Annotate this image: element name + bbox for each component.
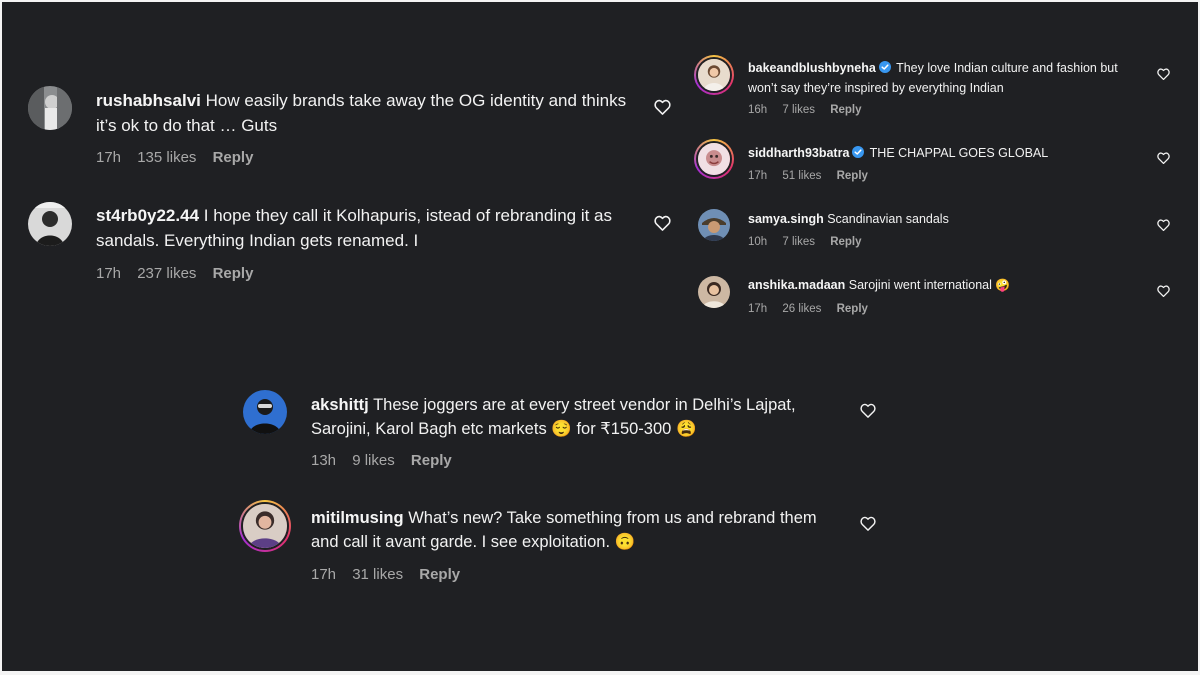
comment-likes[interactable]: 26 likes bbox=[782, 303, 821, 315]
comment-likes[interactable]: 31 likes bbox=[352, 566, 403, 583]
comment-text: THE CHAPPAL GOES GLOBAL bbox=[869, 146, 1049, 160]
reply-button[interactable]: Reply bbox=[837, 303, 868, 315]
avatar[interactable] bbox=[694, 139, 734, 179]
comment-username[interactable]: bakeandblushbyneha bbox=[748, 61, 876, 75]
comment-likes[interactable]: 7 likes bbox=[782, 236, 815, 248]
avatar[interactable] bbox=[698, 276, 730, 308]
heart-outline-icon[interactable] bbox=[1157, 219, 1170, 231]
frame-border-top bbox=[0, 0, 1200, 2]
heart-outline-icon[interactable] bbox=[1157, 285, 1170, 297]
comment-text-price: for ₹150-300 bbox=[576, 420, 672, 438]
avatar[interactable] bbox=[243, 390, 287, 434]
avatar[interactable] bbox=[28, 202, 72, 246]
avatar[interactable] bbox=[694, 55, 734, 95]
comment-time[interactable]: 17h bbox=[748, 303, 767, 315]
heart-outline-icon[interactable] bbox=[1157, 152, 1170, 164]
verified-badge-icon bbox=[852, 145, 865, 164]
reply-button[interactable]: Reply bbox=[837, 170, 868, 182]
heart-outline-icon[interactable] bbox=[860, 403, 876, 418]
heart-outline-icon[interactable] bbox=[860, 516, 876, 531]
reply-button[interactable]: Reply bbox=[213, 265, 254, 282]
avatar[interactable] bbox=[239, 500, 291, 552]
comment-time[interactable]: 17h bbox=[96, 149, 121, 166]
comment-time[interactable]: 16h bbox=[748, 104, 767, 116]
comment-likes[interactable]: 135 likes bbox=[137, 149, 196, 166]
comment-likes[interactable]: 7 likes bbox=[782, 104, 815, 116]
comment-username[interactable]: st4rb0y22.44 bbox=[96, 206, 199, 225]
comment-username[interactable]: rushabhsalvi bbox=[96, 91, 201, 110]
comment-username[interactable]: siddharth93batra bbox=[748, 146, 849, 160]
avatar[interactable] bbox=[28, 86, 72, 130]
comment-likes[interactable]: 237 likes bbox=[137, 265, 196, 282]
reply-button[interactable]: Reply bbox=[830, 236, 861, 248]
comment-text: Scandinavian sandals bbox=[827, 212, 949, 226]
heart-outline-icon[interactable] bbox=[654, 215, 671, 231]
comment-likes[interactable]: 51 likes bbox=[782, 170, 821, 182]
comment-time[interactable]: 13h bbox=[311, 452, 336, 469]
reply-button[interactable]: Reply bbox=[419, 566, 460, 583]
weary-face-emoji: 😩 bbox=[675, 420, 697, 438]
comment-likes[interactable]: 9 likes bbox=[352, 452, 395, 469]
comment-username[interactable]: samya.singh bbox=[748, 212, 824, 226]
comment-username[interactable]: mitilmusing bbox=[311, 509, 404, 527]
comment-time[interactable]: 17h bbox=[96, 265, 121, 282]
relieved-face-emoji: 😌 bbox=[551, 420, 572, 438]
comment-time[interactable]: 17h bbox=[311, 566, 336, 583]
frame-border-bottom bbox=[0, 671, 1200, 675]
reply-button[interactable]: Reply bbox=[830, 104, 861, 116]
comment-text: Sarojini went international bbox=[848, 278, 992, 292]
verified-badge-icon bbox=[878, 60, 891, 79]
zany-face-emoji: 🤪 bbox=[995, 278, 1011, 292]
heart-outline-icon[interactable] bbox=[654, 99, 671, 115]
reply-button[interactable]: Reply bbox=[213, 149, 254, 166]
comment-time[interactable]: 17h bbox=[748, 170, 767, 182]
comment-time[interactable]: 10h bbox=[748, 236, 767, 248]
comment-username[interactable]: akshittj bbox=[311, 396, 369, 414]
avatar[interactable] bbox=[698, 209, 730, 241]
heart-outline-icon[interactable] bbox=[1157, 68, 1170, 80]
upside-down-face-emoji: 🙃 bbox=[614, 533, 636, 551]
reply-button[interactable]: Reply bbox=[411, 452, 452, 469]
comment-username[interactable]: anshika.madaan bbox=[748, 278, 845, 292]
frame-border-left bbox=[0, 0, 2, 675]
